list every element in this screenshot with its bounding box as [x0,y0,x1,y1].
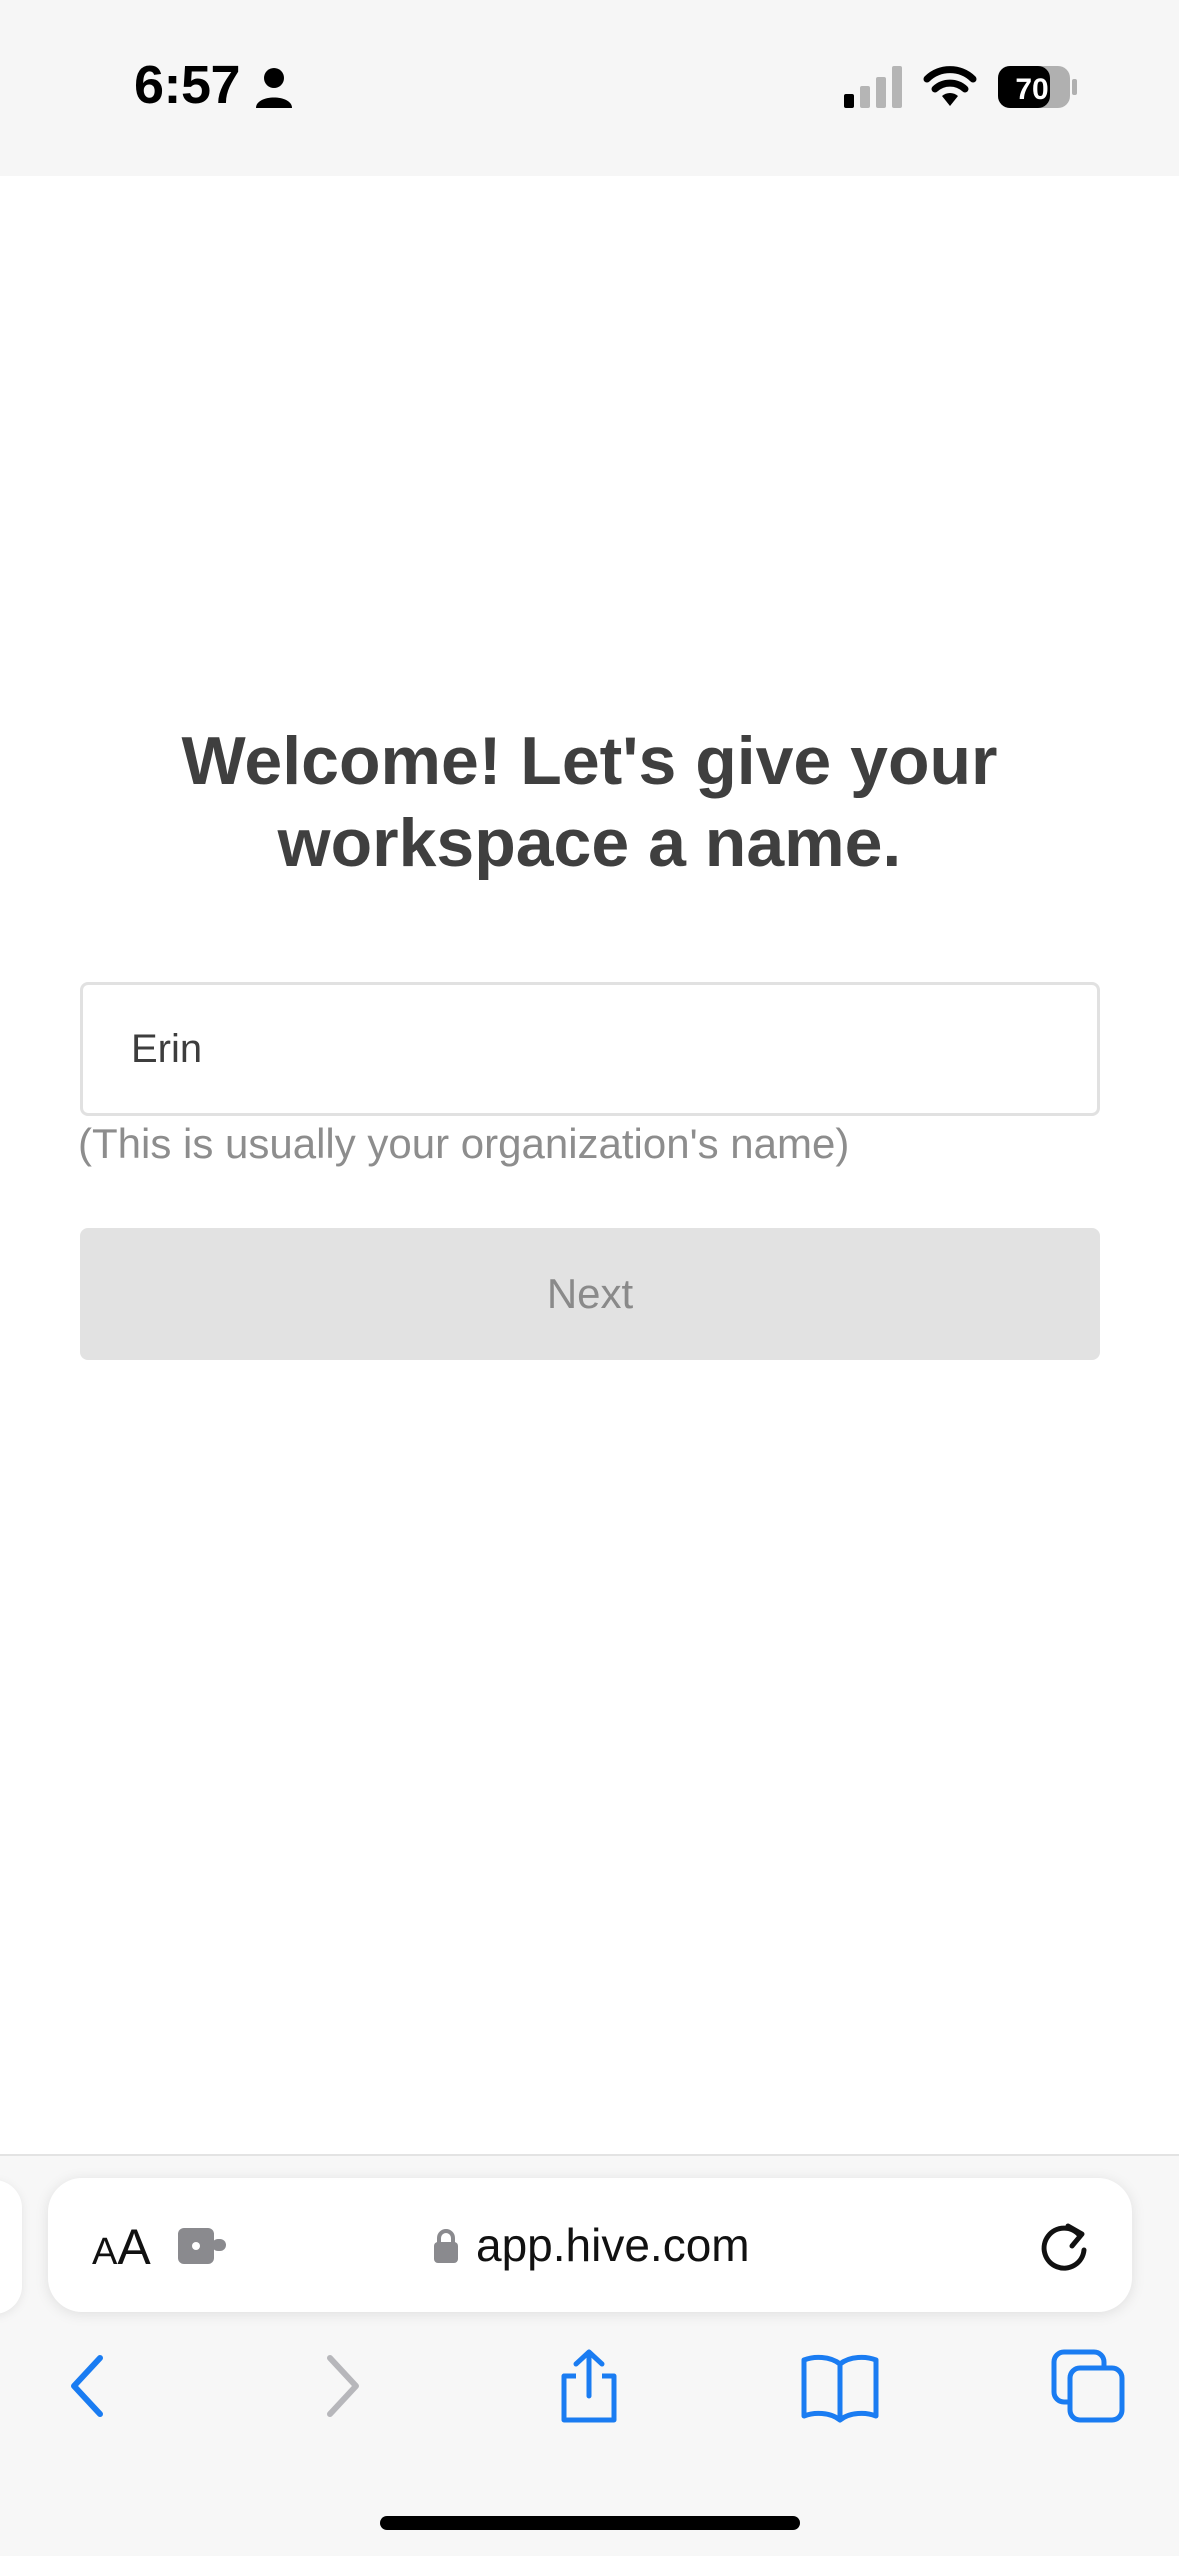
lock-icon [434,2229,458,2263]
battery-level-text: 70 [1015,73,1048,106]
reload-icon[interactable] [1036,2216,1092,2274]
workspace-name-hint: (This is usually your organization's nam… [78,1120,850,1167]
page-title-line-1: Welcome! Let's give your [181,723,998,799]
tabs-icon[interactable] [1050,2348,1126,2424]
previous-tab-peek[interactable] [0,2180,22,2314]
battery-icon: 70 [998,66,1077,108]
next-button[interactable]: Next [80,1228,1100,1360]
status-bar: 6:57 70 [0,0,1179,176]
forward-icon[interactable] [316,2348,366,2424]
bookmarks-icon[interactable] [800,2348,880,2424]
address-bar[interactable]: AA app.hive.com [48,2178,1132,2312]
cellular-signal-icon [844,66,902,108]
url-text: app.hive.com [476,2219,750,2271]
text-size-button[interactable]: AA [92,2218,151,2276]
back-icon[interactable] [64,2348,114,2424]
status-time: 6:57 [134,55,241,115]
wifi-icon [923,66,977,106]
workspace-name-input[interactable] [80,982,1100,1116]
share-icon[interactable] [556,2348,622,2424]
person-icon [256,68,292,108]
home-indicator[interactable] [380,2516,800,2530]
extension-icon[interactable] [174,2222,228,2268]
page-title-line-2: workspace a name. [277,805,902,881]
page-title: Welcome! Let's give your workspace a nam… [0,720,1179,884]
